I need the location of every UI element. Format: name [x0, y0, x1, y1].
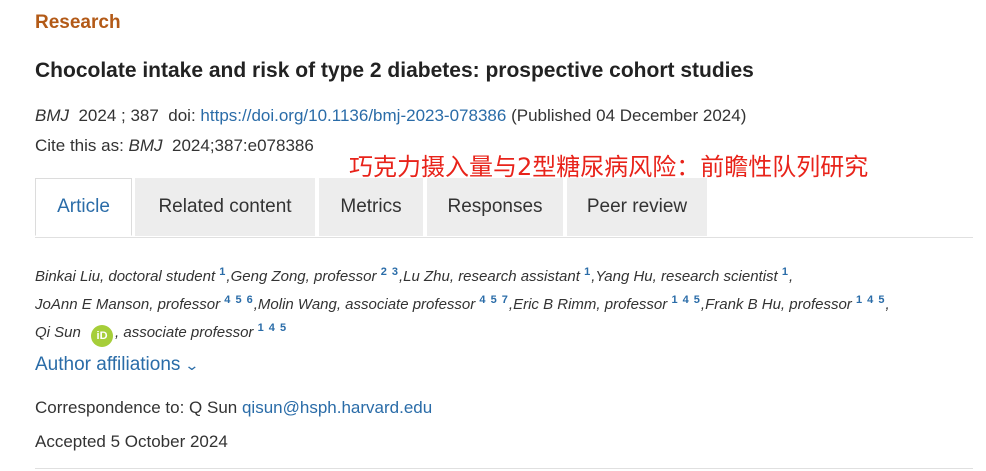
affiliation-ref[interactable]: 1 4 5: [856, 294, 885, 306]
article-type-label: Research: [35, 12, 121, 33]
author-line: Qi Sun iD, associate professor 1 4 5: [35, 314, 965, 347]
author-role: , associate professor: [115, 324, 254, 341]
correspondence-email-link[interactable]: qisun@hsph.harvard.edu: [242, 398, 432, 417]
affiliation-ref[interactable]: 1 4 5: [258, 322, 287, 334]
cite-as-journal: BMJ: [128, 136, 163, 155]
chinese-title-overlay: 巧克力摄入量与2型糖尿病风险：前瞻性队列研究: [349, 153, 869, 181]
tab-responses[interactable]: Responses: [427, 178, 563, 236]
author-line: Binkai Liu, doctoral student 1, Geng Zong…: [35, 258, 965, 286]
tab-peer-review[interactable]: Peer review: [567, 178, 707, 236]
correspondence-line: Correspondence to: Q Sun qisun@hsph.harv…: [35, 398, 432, 418]
correspondence-prefix: Correspondence to: Q Sun: [35, 398, 238, 417]
author-name[interactable]: Qi Sun: [35, 324, 81, 341]
affiliation-ref[interactable]: 4 5 7: [479, 294, 508, 306]
author-name[interactable]: JoAnn E Manson, professor: [35, 296, 220, 313]
author-name[interactable]: Lu Zhu, research assistant: [403, 268, 580, 285]
author-name[interactable]: Eric B Rimm, professor: [513, 296, 667, 313]
year-volume: 2024 ; 387: [78, 106, 159, 125]
author-affiliations-toggle[interactable]: Author affiliations ⌄: [35, 354, 200, 376]
tab-related-content[interactable]: Related content: [135, 178, 315, 236]
tab-metrics[interactable]: Metrics: [319, 178, 423, 236]
divider: [35, 468, 973, 469]
author-name[interactable]: Yang Hu, research scientist: [595, 268, 777, 285]
article-tabs: Article Related content Metrics Response…: [35, 178, 973, 238]
author-affiliations-label: Author affiliations: [35, 354, 181, 375]
affiliation-ref[interactable]: 1 4 5: [671, 294, 700, 306]
author-separator: ,: [789, 268, 794, 285]
author-name[interactable]: Geng Zong, professor: [231, 268, 377, 285]
cite-as-line: Cite this as: BMJ 2024;387:e078386: [35, 136, 314, 156]
author-list: Binkai Liu, doctoral student 1, Geng Zong…: [35, 258, 965, 347]
accepted-date: Accepted 5 October 2024: [35, 432, 228, 451]
article-title: Chocolate intake and risk of type 2 diab…: [35, 59, 754, 82]
citation-line: BMJ 2024 ; 387 doi: https://doi.org/10.1…: [35, 106, 746, 126]
author-name[interactable]: Binkai Liu, doctoral student: [35, 268, 215, 285]
affiliation-ref[interactable]: 4 5 6: [224, 294, 253, 306]
published-date: (Published 04 December 2024): [511, 106, 747, 125]
author-name[interactable]: Molin Wang, associate professor: [258, 296, 475, 313]
doi-label: doi:: [168, 106, 196, 125]
orcid-icon[interactable]: iD: [91, 325, 114, 347]
chevron-down-icon: ⌄: [184, 357, 200, 373]
author-line: JoAnn E Manson, professor 4 5 6, Molin Wa…: [35, 286, 965, 314]
journal-name: BMJ: [35, 106, 69, 125]
author-separator: ,: [885, 296, 890, 313]
affiliation-ref[interactable]: 1: [782, 266, 789, 278]
cite-as-ref: 2024;387:e078386: [172, 136, 314, 155]
tab-article[interactable]: Article: [35, 178, 132, 236]
affiliation-ref[interactable]: 2 3: [381, 266, 399, 278]
author-name[interactable]: Frank B Hu, professor: [705, 296, 852, 313]
doi-link[interactable]: https://doi.org/10.1136/bmj-2023-078386: [200, 106, 506, 125]
cite-as-prefix: Cite this as:: [35, 136, 124, 155]
